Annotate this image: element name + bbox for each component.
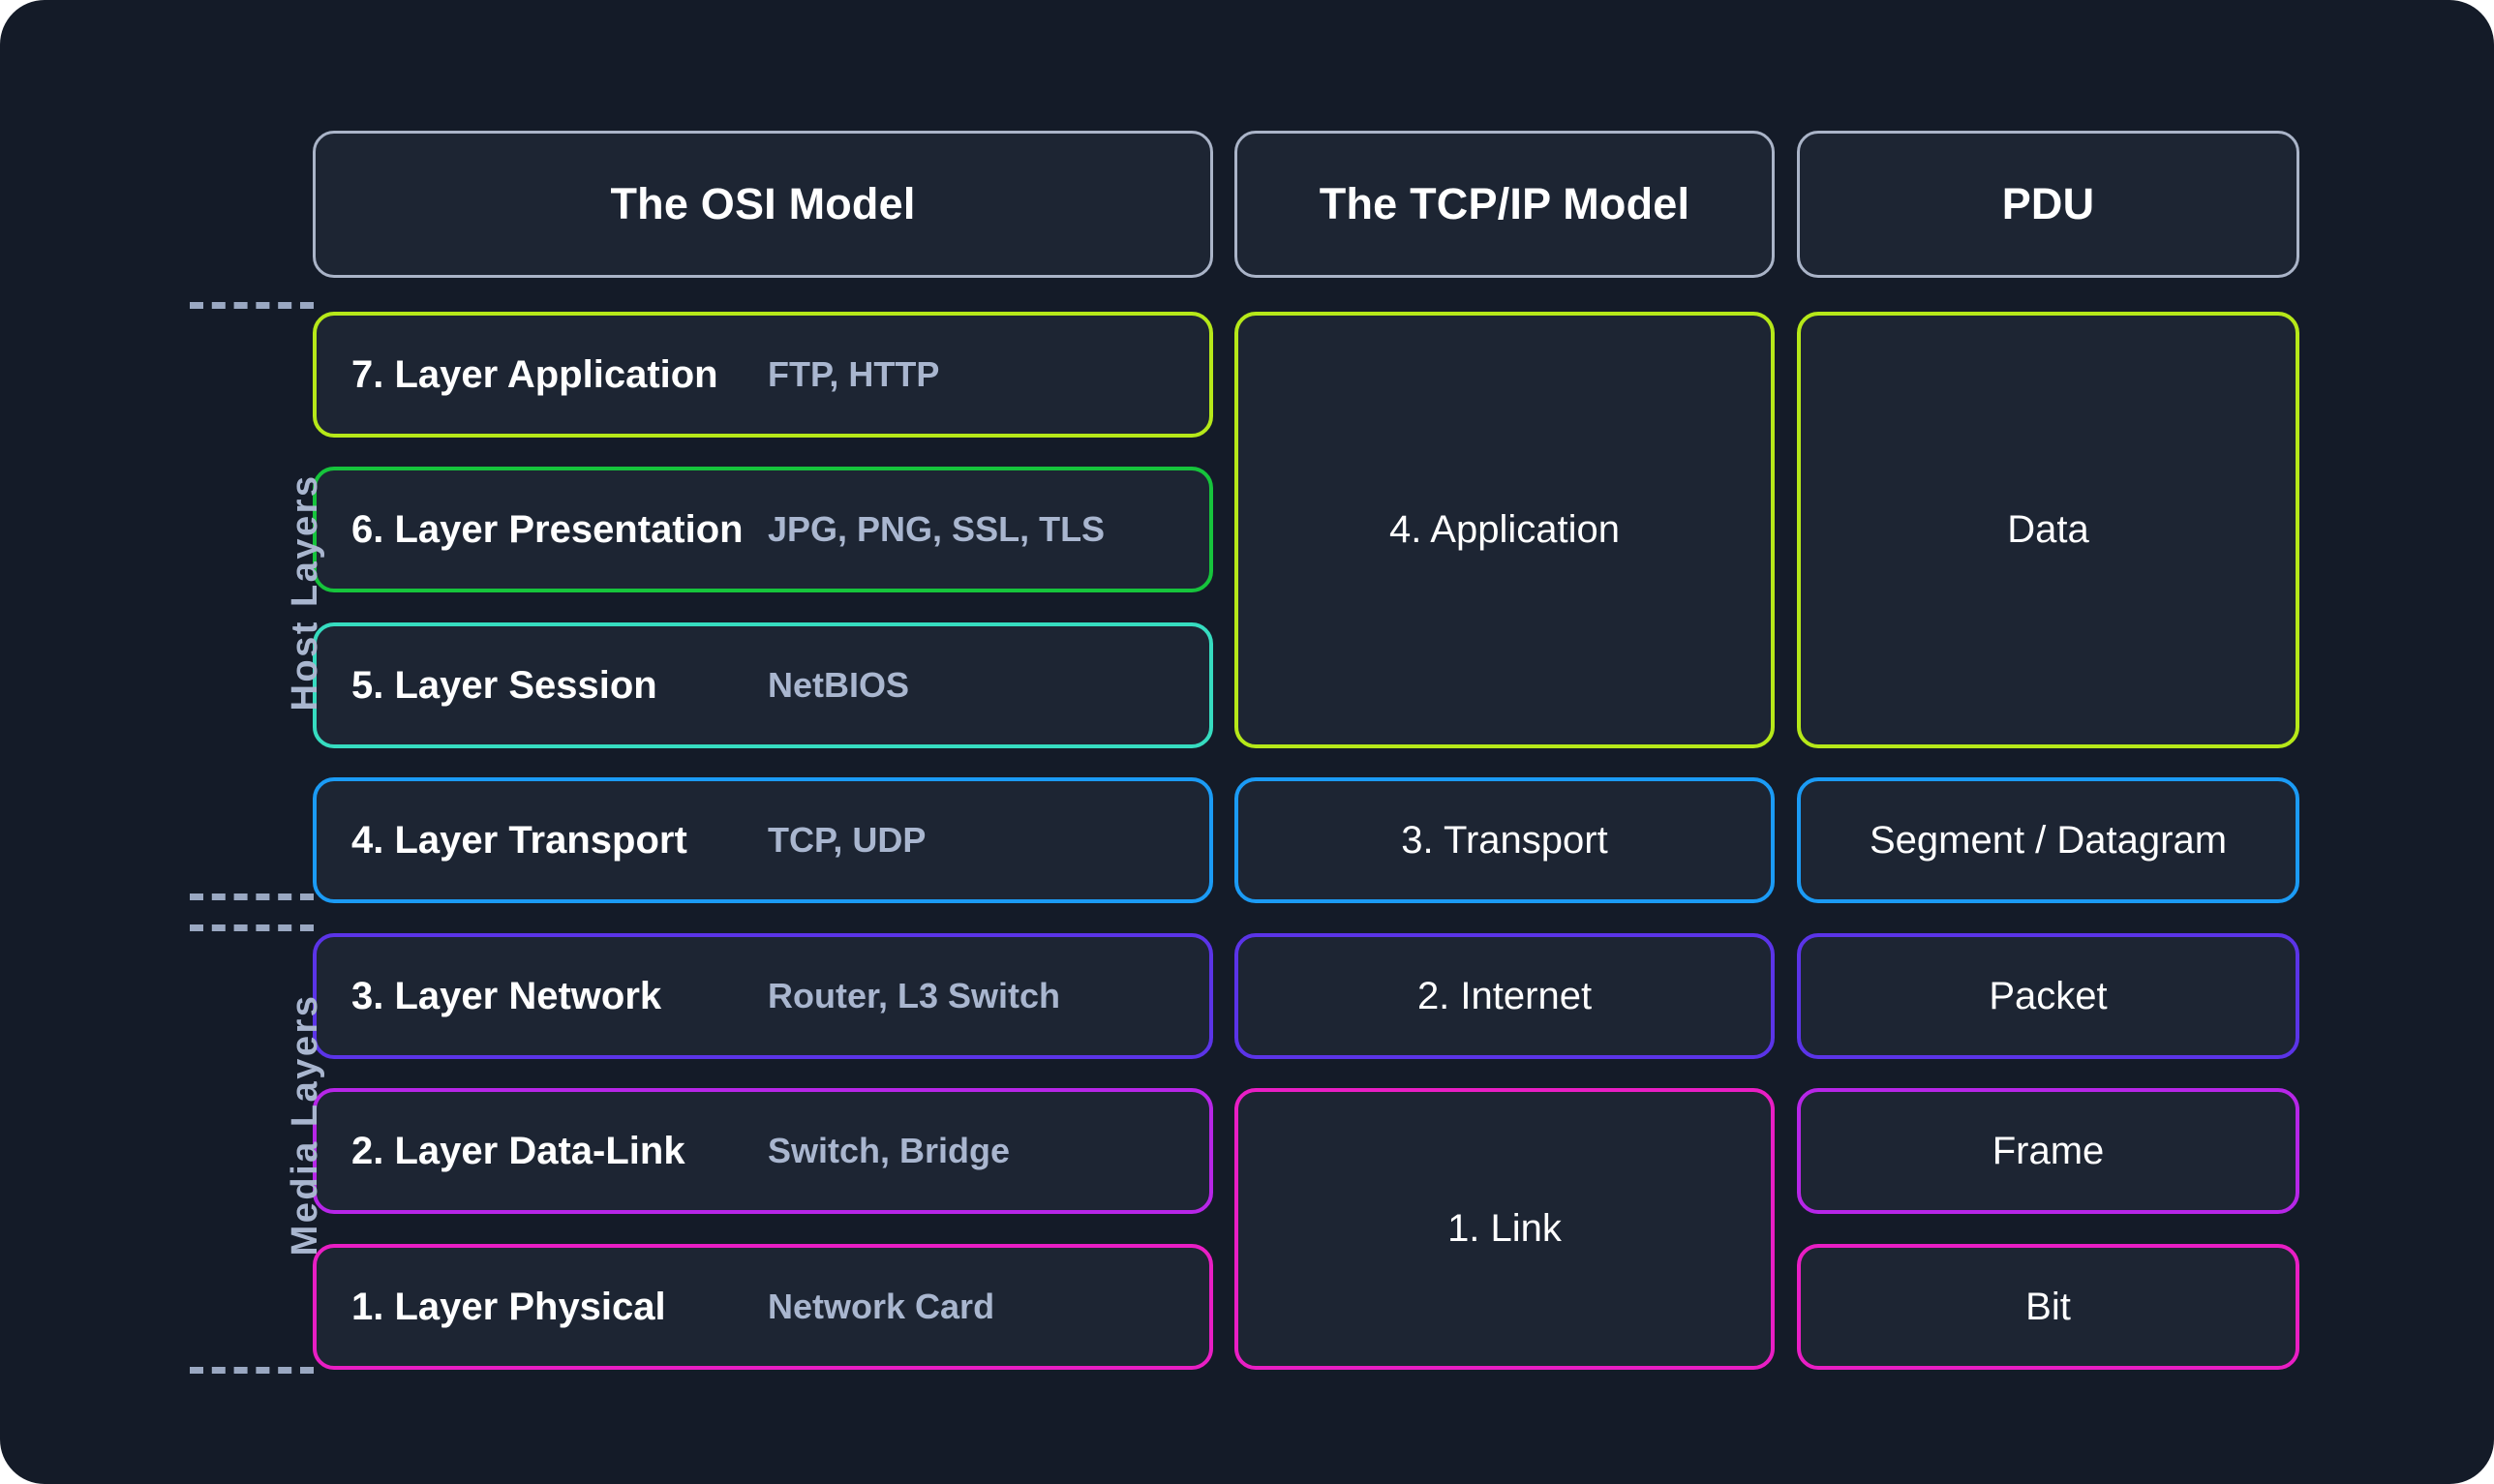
tcpip-layer-application[interactable]: 4. Application [1234, 312, 1775, 748]
osi-layer-6-name: 6. Layer Presentation [351, 507, 744, 551]
osi-layer-7-name: 7. Layer Application [351, 352, 718, 396]
pdu-bit[interactable]: Bit [1797, 1244, 2299, 1370]
tcpip-layer-transport-label: 3. Transport [1401, 818, 1608, 862]
tcpip-layer-application-label: 4. Application [1389, 508, 1620, 551]
osi-layer-5[interactable]: 5. Layer Session NetBIOS [313, 622, 1213, 748]
osi-layer-7[interactable]: 7. Layer Application FTP, HTTP [313, 312, 1213, 438]
osi-layer-3-protocols: Router, L3 Switch [768, 976, 1061, 1015]
group-label-host-layers: Host Layers [285, 473, 325, 712]
osi-layer-6[interactable]: 6. Layer Presentation JPG, PNG, SSL, TLS [313, 467, 1213, 592]
pdu-bit-label: Bit [2025, 1285, 2071, 1328]
header-osi-model: The OSI Model [313, 131, 1213, 278]
osi-layer-3-name: 3. Layer Network [351, 974, 662, 1017]
pdu-data[interactable]: Data [1797, 312, 2299, 748]
separator-dash-bottom [190, 1367, 314, 1374]
osi-layer-4-protocols: TCP, UDP [768, 820, 927, 860]
pdu-segment-datagram[interactable]: Segment / Datagram [1797, 777, 2299, 903]
osi-layer-1-name: 1. Layer Physical [351, 1285, 666, 1328]
osi-layer-2-protocols: Switch, Bridge [768, 1131, 1011, 1170]
pdu-frame-label: Frame [1992, 1129, 2105, 1172]
osi-layer-5-protocols: NetBIOS [768, 665, 910, 705]
pdu-packet[interactable]: Packet [1797, 933, 2299, 1059]
header-tcpip-model: The TCP/IP Model [1234, 131, 1775, 278]
tcpip-layer-internet-label: 2. Internet [1416, 974, 1593, 1017]
osi-layer-2[interactable]: 2. Layer Data-Link Switch, Bridge [313, 1088, 1213, 1214]
header-tcpip-model-label: The TCP/IP Model [1319, 179, 1690, 228]
osi-layer-5-name: 5. Layer Session [351, 663, 657, 707]
tcpip-layer-link-label: 1. Link [1447, 1207, 1562, 1250]
tcpip-layer-transport[interactable]: 3. Transport [1234, 777, 1775, 903]
pdu-packet-label: Packet [1989, 974, 2108, 1017]
group-label-media-layers: Media Layers [285, 993, 325, 1257]
diagram-stage: The OSI Model The TCP/IP Model PDU 7. La… [0, 0, 2494, 1484]
pdu-segment-datagram-label: Segment / Datagram [1869, 818, 2228, 862]
separator-dash-host-media-upper [190, 893, 314, 900]
osi-layer-4-name: 4. Layer Transport [351, 818, 687, 862]
osi-layer-1-protocols: Network Card [768, 1287, 995, 1326]
pdu-frame[interactable]: Frame [1797, 1088, 2299, 1214]
header-pdu: PDU [1797, 131, 2299, 278]
separator-dash-host-media-lower [190, 924, 314, 931]
header-osi-model-label: The OSI Model [610, 179, 916, 228]
header-pdu-label: PDU [2001, 179, 2095, 228]
osi-layer-2-name: 2. Layer Data-Link [351, 1129, 685, 1172]
separator-dash-top [190, 302, 314, 309]
osi-layer-4[interactable]: 4. Layer Transport TCP, UDP [313, 777, 1213, 903]
osi-layer-6-protocols: JPG, PNG, SSL, TLS [768, 509, 1106, 549]
tcpip-layer-internet[interactable]: 2. Internet [1234, 933, 1775, 1059]
pdu-data-label: Data [2007, 508, 2089, 551]
osi-layer-3[interactable]: 3. Layer Network Router, L3 Switch [313, 933, 1213, 1059]
osi-layer-7-protocols: FTP, HTTP [768, 354, 940, 394]
tcpip-layer-link[interactable]: 1. Link [1234, 1088, 1775, 1370]
osi-layer-1[interactable]: 1. Layer Physical Network Card [313, 1244, 1213, 1370]
diagram-canvas: The OSI Model The TCP/IP Model PDU 7. La… [0, 0, 2494, 1484]
